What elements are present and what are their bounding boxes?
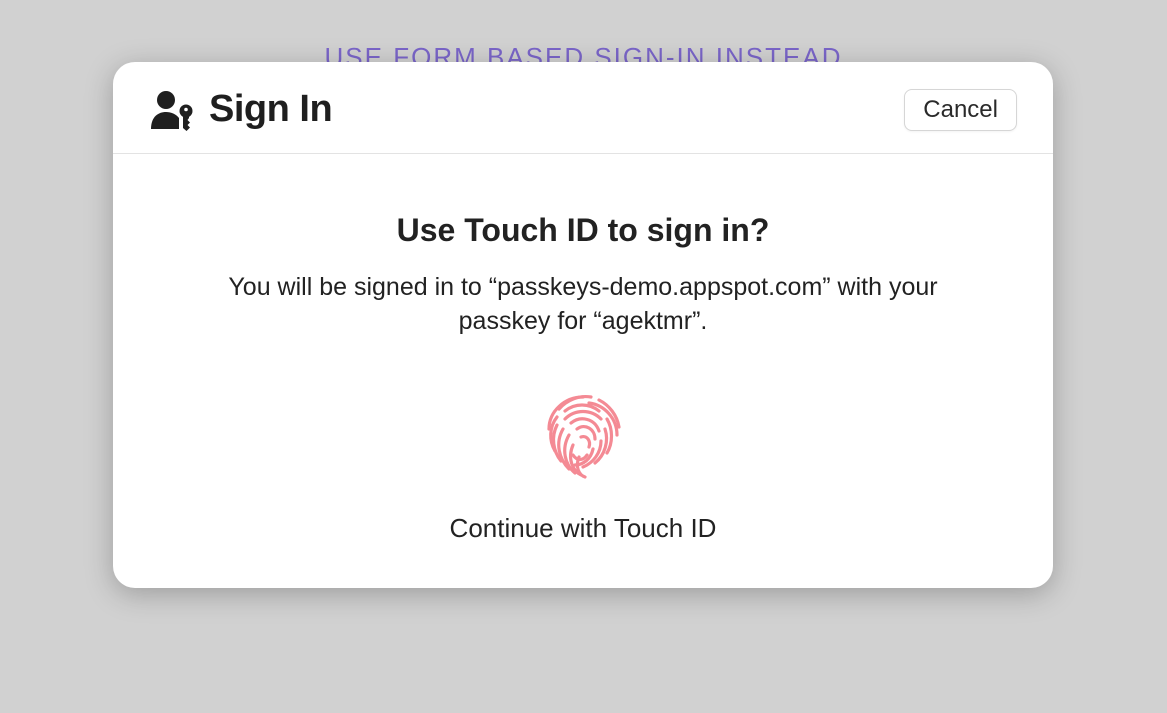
- passkey-icon: [149, 89, 197, 131]
- fingerprint-icon: [535, 389, 631, 485]
- continue-with-touch-id-label: Continue with Touch ID: [450, 513, 717, 544]
- dialog-body: Use Touch ID to sign in? You will be sig…: [113, 154, 1053, 588]
- touch-id-prompt-heading: Use Touch ID to sign in?: [173, 212, 993, 249]
- dialog-header: Sign In Cancel: [113, 62, 1053, 154]
- sign-in-dialog: Sign In Cancel Use Touch ID to sign in? …: [113, 62, 1053, 588]
- dialog-title: Sign In: [209, 88, 332, 131]
- touch-id-prompt-description: You will be signed in to “passkeys-demo.…: [203, 271, 963, 339]
- dialog-title-group: Sign In: [149, 88, 332, 131]
- touch-id-action[interactable]: Continue with Touch ID: [173, 389, 993, 544]
- cancel-button[interactable]: Cancel: [904, 89, 1017, 131]
